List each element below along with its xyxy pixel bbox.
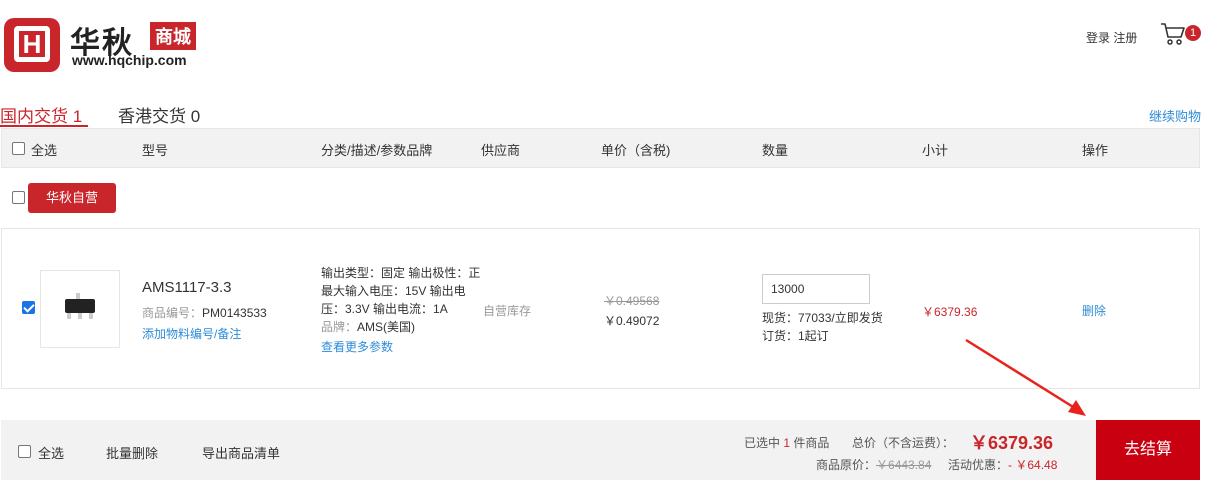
store-group-label[interactable]: 华秋自营 bbox=[28, 183, 116, 213]
select-all-checkbox[interactable] bbox=[12, 142, 25, 155]
cart-icon[interactable] bbox=[1160, 22, 1186, 46]
header-quantity: 数量 bbox=[762, 143, 789, 158]
export-list-button[interactable]: 导出商品清单 bbox=[202, 443, 280, 462]
auth-links: 登录 注册 bbox=[1086, 29, 1137, 46]
quantity-input[interactable]: 13000 bbox=[762, 274, 870, 304]
original-value: ￥6443.84 bbox=[876, 458, 932, 472]
part-number-label: 商品编号： bbox=[142, 306, 203, 320]
product-thumbnail[interactable] bbox=[40, 270, 120, 348]
selected-count: 已选中 1 件商品 bbox=[744, 434, 829, 451]
item-price-original: ￥0.49568 bbox=[604, 294, 660, 308]
header-select-all: 全选 bbox=[31, 143, 58, 158]
chip-pin bbox=[78, 313, 82, 319]
item-stock: 现货：77033/立即发货 bbox=[762, 311, 883, 325]
brand-value: AMS(美国) bbox=[357, 320, 416, 334]
delete-link[interactable]: 删除 bbox=[1082, 302, 1106, 319]
tab-active-underline bbox=[0, 125, 88, 127]
brand-label: 品牌： bbox=[321, 320, 358, 334]
discount: 活动优惠：- ￥64.48 bbox=[948, 456, 1057, 473]
selected-prefix: 已选中 bbox=[744, 436, 781, 450]
header-subtotal: 小计 bbox=[922, 143, 949, 158]
total-label: 总价（不含运费）： bbox=[852, 436, 955, 450]
part-number-value: PM0143533 bbox=[202, 306, 267, 320]
login-link[interactable]: 登录 bbox=[1086, 31, 1110, 45]
continue-shopping-link[interactable]: 继续购物 bbox=[1149, 106, 1201, 125]
item-subtotal: ￥6379.36 bbox=[922, 305, 978, 319]
more-params-link[interactable]: 查看更多参数 bbox=[321, 338, 393, 355]
discount-label: 活动优惠： bbox=[948, 458, 1009, 472]
original-label: 商品原价： bbox=[816, 458, 877, 472]
original-price: 商品原价：￥6443.84 bbox=[816, 456, 931, 473]
chip-pin bbox=[89, 313, 93, 319]
header-actions: 操作 bbox=[1082, 143, 1109, 158]
header-model: 型号 bbox=[142, 143, 169, 158]
discount-value: - ￥64.48 bbox=[1008, 458, 1058, 472]
checkout-button[interactable]: 去结算 bbox=[1096, 420, 1200, 480]
header-category: 分类/描述/参数品牌 bbox=[321, 143, 433, 158]
tab-domestic[interactable]: 国内交货 1 bbox=[0, 102, 82, 127]
tab-hongkong[interactable]: 香港交货 0 bbox=[118, 102, 200, 127]
total-price: ￥6379.36 bbox=[970, 433, 1054, 453]
register-link[interactable]: 注册 bbox=[1113, 31, 1137, 45]
item-part-number: 商品编号：PM0143533 bbox=[142, 304, 267, 321]
item-model[interactable]: AMS1117-3.3 bbox=[142, 279, 232, 296]
item-checkbox[interactable] bbox=[22, 301, 35, 314]
add-note-link[interactable]: 添加物料编号/备注 bbox=[142, 325, 241, 342]
selected-suffix: 件商品 bbox=[793, 436, 830, 450]
item-brand: 品牌：AMS(美国) bbox=[321, 318, 415, 335]
selected-number: 1 bbox=[783, 436, 791, 450]
item-supplier: 自营库存 bbox=[483, 304, 532, 318]
footer-select-all-checkbox[interactable] bbox=[18, 445, 31, 458]
cart-count-badge: 1 bbox=[1185, 25, 1201, 41]
header-unit-price: 单价（含税) bbox=[601, 143, 671, 158]
item-min-order: 订货：1起订 bbox=[762, 329, 829, 343]
item-price: ￥0.49072 bbox=[604, 314, 660, 328]
chip-image bbox=[65, 299, 95, 313]
brand-badge: 商城 bbox=[150, 22, 196, 50]
arrow-icon bbox=[965, 338, 1086, 416]
brand-url: www.hqchip.com bbox=[72, 52, 187, 68]
footer-select-all[interactable]: 全选 bbox=[38, 443, 64, 462]
logo-letter: H bbox=[14, 26, 50, 62]
batch-delete-button[interactable]: 批量删除 bbox=[106, 443, 158, 462]
store-group-checkbox[interactable] bbox=[12, 191, 25, 204]
header-supplier: 供应商 bbox=[481, 143, 521, 158]
chip-pin bbox=[67, 313, 71, 319]
item-description: 输出类型：固定 输出极性：正 最大输入电压：15V 输出电压：3.3V 输出电流… bbox=[321, 266, 481, 316]
chip-pin bbox=[76, 293, 80, 299]
